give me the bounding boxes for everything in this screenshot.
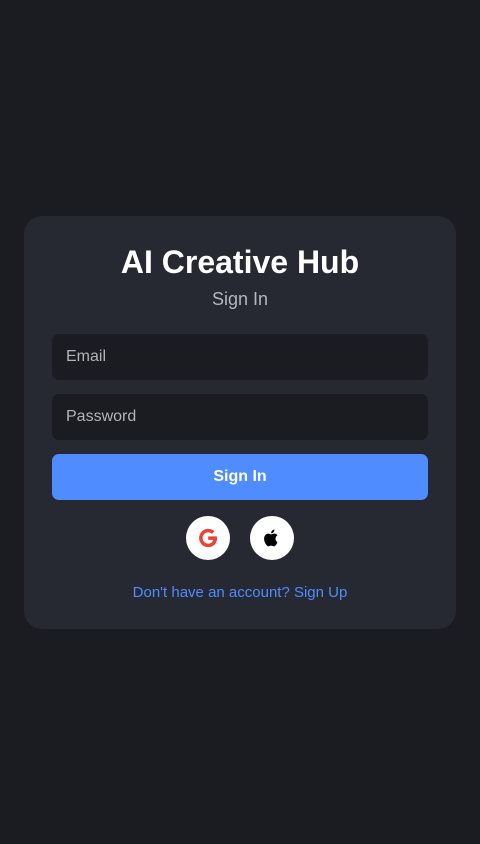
sign-in-card: AI Creative Hub Sign In Sign In Don't ha…: [24, 216, 456, 629]
google-icon: [199, 528, 218, 548]
page: AI Creative Hub Sign In Sign In Don't ha…: [0, 0, 480, 844]
sign-in-button[interactable]: Sign In: [52, 454, 428, 500]
sign-up-link[interactable]: Don't have an account? Sign Up: [24, 584, 456, 602]
apple-sign-in-button[interactable]: [250, 516, 294, 560]
apple-icon: [264, 529, 278, 547]
form-subtitle: Sign In: [211, 289, 269, 309]
password-field[interactable]: [52, 394, 428, 440]
email-field[interactable]: [52, 334, 428, 380]
app-title: AI Creative Hub: [120, 244, 360, 280]
google-sign-in-button[interactable]: [186, 516, 230, 560]
